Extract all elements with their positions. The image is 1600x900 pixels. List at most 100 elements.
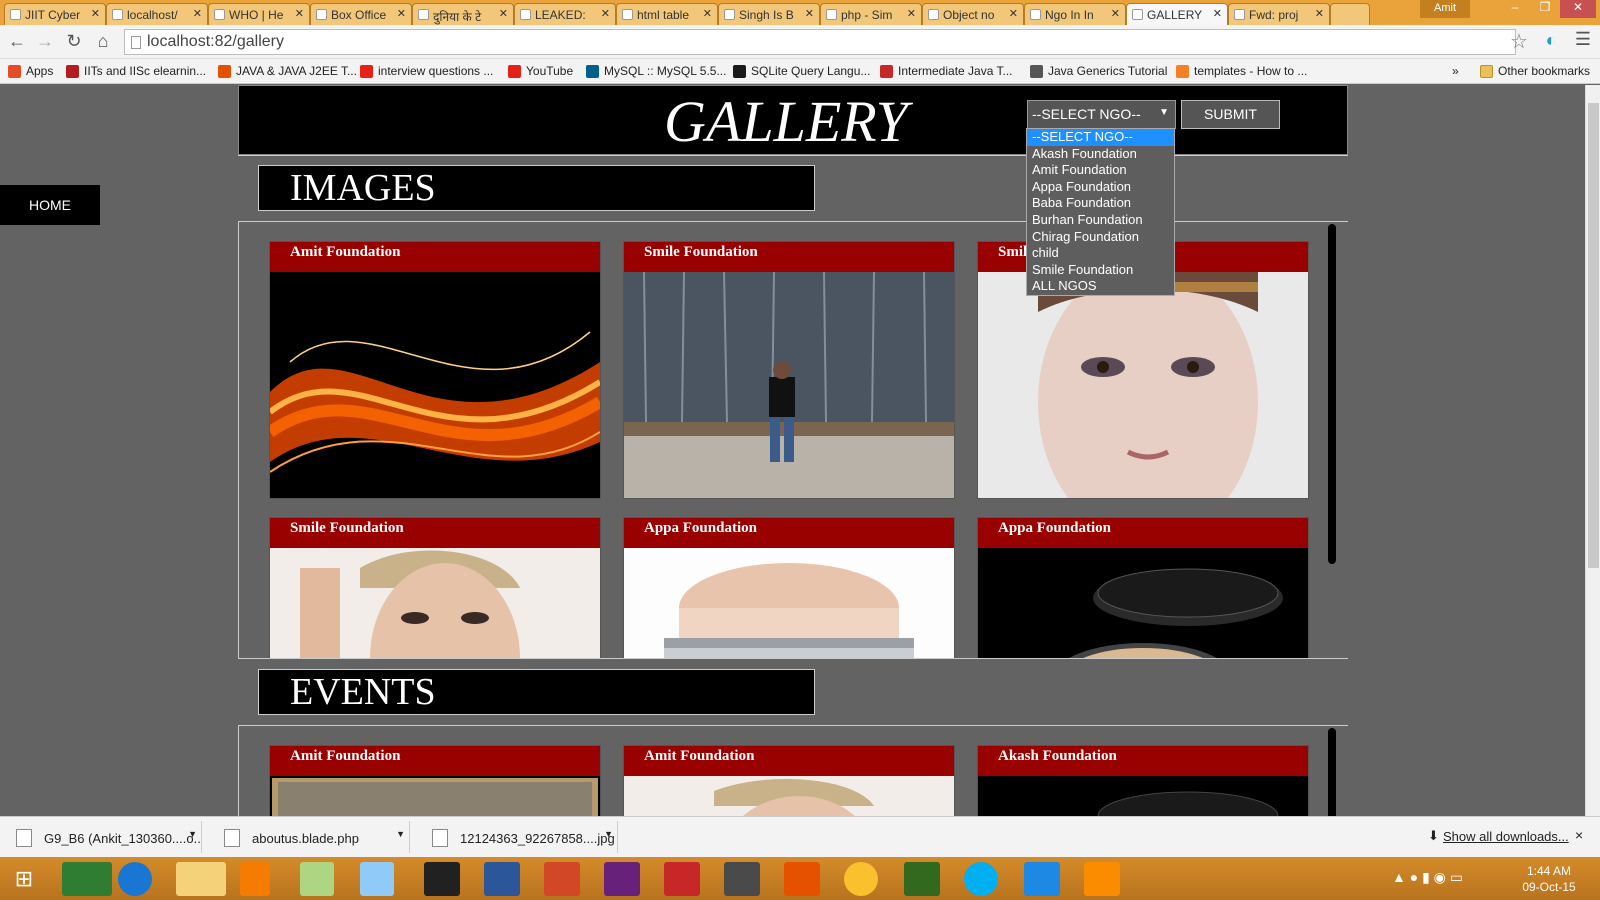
bookmark-item[interactable]: JAVA & JAVA J2EE T... xyxy=(218,64,357,78)
show-all-downloads-link[interactable]: Show all downloads... xyxy=(1443,829,1569,844)
bookmark-item[interactable]: interview questions ... xyxy=(360,64,493,78)
command-prompt-icon[interactable] xyxy=(424,862,460,896)
dreamweaver-icon[interactable] xyxy=(904,862,940,896)
store-icon[interactable] xyxy=(62,862,112,896)
browser-tab[interactable]: Object no ✕ xyxy=(922,3,1024,25)
download-menu-icon[interactable]: ▼ xyxy=(188,829,197,839)
event-image[interactable] xyxy=(270,776,600,816)
minimize-button[interactable]: – xyxy=(1500,0,1530,18)
address-bar[interactable]: localhost:82/gallery xyxy=(124,29,1516,55)
powerpoint-icon[interactable] xyxy=(544,862,580,896)
gallery-image[interactable] xyxy=(266,272,604,503)
wifi-app-icon[interactable] xyxy=(1024,862,1060,896)
event-card[interactable]: Amit Foundation xyxy=(623,745,955,816)
browser-tab[interactable]: Singh Is B ✕ xyxy=(718,3,820,25)
file-explorer-icon[interactable] xyxy=(176,862,226,896)
gallery-image-card[interactable]: Appa Foundation xyxy=(623,517,955,658)
event-image[interactable] xyxy=(624,776,954,816)
back-icon[interactable]: ← xyxy=(6,31,28,52)
close-tab-icon[interactable]: ✕ xyxy=(1315,7,1324,20)
gallery-image-card[interactable]: Smile Foundation xyxy=(623,241,955,499)
images-panel[interactable]: Amit Foundation Smile Foundation Smile Fou… xyxy=(238,222,1348,658)
clock[interactable]: 1:44 AM 09-Oct-15 xyxy=(1514,863,1584,895)
close-tab-icon[interactable]: ✕ xyxy=(703,7,712,20)
bookmark-item[interactable]: YouTube xyxy=(508,64,573,78)
ngo-option[interactable]: Akash Foundation xyxy=(1027,146,1174,163)
bookmark-item[interactable]: SQLite Query Langu... xyxy=(733,64,870,78)
events-panel[interactable]: Amit Foundation Amit Foundation Akash Foun… xyxy=(238,726,1348,816)
close-tab-icon[interactable]: ✕ xyxy=(397,7,406,20)
ngo-dropdown-list[interactable]: --SELECT NGO-- Akash Foundation Amit Found… xyxy=(1026,128,1175,296)
home-nav-button[interactable]: HOME xyxy=(0,185,100,225)
visual-studio-icon[interactable] xyxy=(604,862,640,896)
new-tab-button[interactable] xyxy=(1330,3,1370,25)
bookmark-item[interactable]: IITs and IISc elearnin... xyxy=(66,64,206,78)
ngo-option[interactable]: Burhan Foundation xyxy=(1027,212,1174,229)
event-card[interactable]: Akash Foundation xyxy=(977,745,1309,816)
bookmarks-overflow-icon[interactable]: » xyxy=(1452,64,1459,78)
ngo-option[interactable]: Chirag Foundation xyxy=(1027,229,1174,246)
notes-icon[interactable] xyxy=(360,862,394,896)
gallery-image-card[interactable]: Amit Foundation xyxy=(266,241,604,499)
images-scrollbar[interactable] xyxy=(1328,224,1336,564)
close-window-button[interactable]: ✕ xyxy=(1560,0,1596,18)
xampp-icon[interactable] xyxy=(1084,862,1120,896)
close-tab-icon[interactable]: ✕ xyxy=(1213,7,1222,20)
gallery-image[interactable] xyxy=(978,548,1308,658)
vlc-icon[interactable] xyxy=(240,862,270,896)
skype-icon[interactable] xyxy=(964,862,998,896)
bookmark-item[interactable]: Intermediate Java T... xyxy=(880,64,1013,78)
browser-tab[interactable]: html table ✕ xyxy=(616,3,718,25)
internet-explorer-icon[interactable] xyxy=(118,862,152,896)
forward-icon[interactable]: → xyxy=(34,31,56,52)
browser-tab[interactable]: GALLERY ✕ xyxy=(1126,3,1228,25)
close-tab-icon[interactable]: ✕ xyxy=(499,7,508,20)
event-image[interactable] xyxy=(978,776,1308,816)
browser-tab[interactable]: दुनिया के टे ✕ xyxy=(412,3,514,25)
close-tab-icon[interactable]: ✕ xyxy=(193,7,202,20)
browser-tab[interactable]: JIIT Cyber ✕ xyxy=(4,3,106,25)
reload-icon[interactable]: ↻ xyxy=(63,31,85,52)
submit-button[interactable]: SUBMIT xyxy=(1181,100,1280,129)
close-tab-icon[interactable]: ✕ xyxy=(805,7,814,20)
profile-badge[interactable]: Amit xyxy=(1420,0,1470,18)
menu-icon[interactable]: ☰ xyxy=(1572,29,1594,50)
download-item[interactable]: aboutus.blade.php ▼ xyxy=(212,821,410,853)
other-bookmarks[interactable]: Other bookmarks xyxy=(1480,64,1590,78)
download-item[interactable]: 12124363_92267858....jpg ▼ xyxy=(420,821,618,853)
word-icon[interactable] xyxy=(484,862,520,896)
folder-app-icon[interactable] xyxy=(300,862,334,896)
close-downloads-icon[interactable]: × xyxy=(1575,827,1583,843)
event-card[interactable]: Amit Foundation xyxy=(269,745,601,816)
gallery-image-card[interactable]: Appa Foundation xyxy=(977,517,1309,658)
ngo-option[interactable]: child xyxy=(1027,245,1174,262)
download-menu-icon[interactable]: ▼ xyxy=(396,829,405,839)
browser-tab[interactable]: WHO | He ✕ xyxy=(208,3,310,25)
close-tab-icon[interactable]: ✕ xyxy=(1009,7,1018,20)
bookmark-item[interactable]: Java Generics Tutorial xyxy=(1030,64,1167,78)
ngo-option[interactable]: --SELECT NGO-- xyxy=(1027,129,1174,146)
bookmark-item[interactable]: templates - How to ... xyxy=(1176,64,1307,78)
close-tab-icon[interactable]: ✕ xyxy=(1111,7,1120,20)
browser-tab[interactable]: Box Office ✕ xyxy=(310,3,412,25)
chrome-icon[interactable] xyxy=(844,862,878,896)
download-menu-icon[interactable]: ▼ xyxy=(604,829,613,839)
bookmark-star-icon[interactable]: ☆ xyxy=(1508,29,1530,54)
download-item[interactable]: G9_B6 (Ankit_130360....o... ▼ xyxy=(4,821,202,853)
tray-icons[interactable]: ▲ ● ▮ ◉ ▭ xyxy=(1392,869,1463,886)
sublime-text-icon[interactable] xyxy=(724,862,760,896)
gallery-image[interactable] xyxy=(270,548,600,658)
browser-tab[interactable]: LEAKED: ✕ xyxy=(514,3,616,25)
page-scrollbar-thumb[interactable] xyxy=(1588,103,1599,568)
gallery-image[interactable] xyxy=(624,548,954,658)
browser-tab[interactable]: Fwd: proj ✕ xyxy=(1228,3,1330,25)
close-tab-icon[interactable]: ✕ xyxy=(601,7,610,20)
ngo-option[interactable]: Smile Foundation xyxy=(1027,262,1174,279)
ngo-select[interactable]: --SELECT NGO-- ▼ xyxy=(1027,100,1176,129)
ngo-option[interactable]: ALL NGOS xyxy=(1027,278,1174,295)
ngo-option[interactable]: Baba Foundation xyxy=(1027,195,1174,212)
ngo-option[interactable]: Appa Foundation xyxy=(1027,179,1174,196)
home-icon[interactable]: ⌂ xyxy=(92,31,114,52)
bookmark-item[interactable]: Apps xyxy=(8,64,53,78)
restore-button[interactable]: ❐ xyxy=(1530,0,1560,18)
